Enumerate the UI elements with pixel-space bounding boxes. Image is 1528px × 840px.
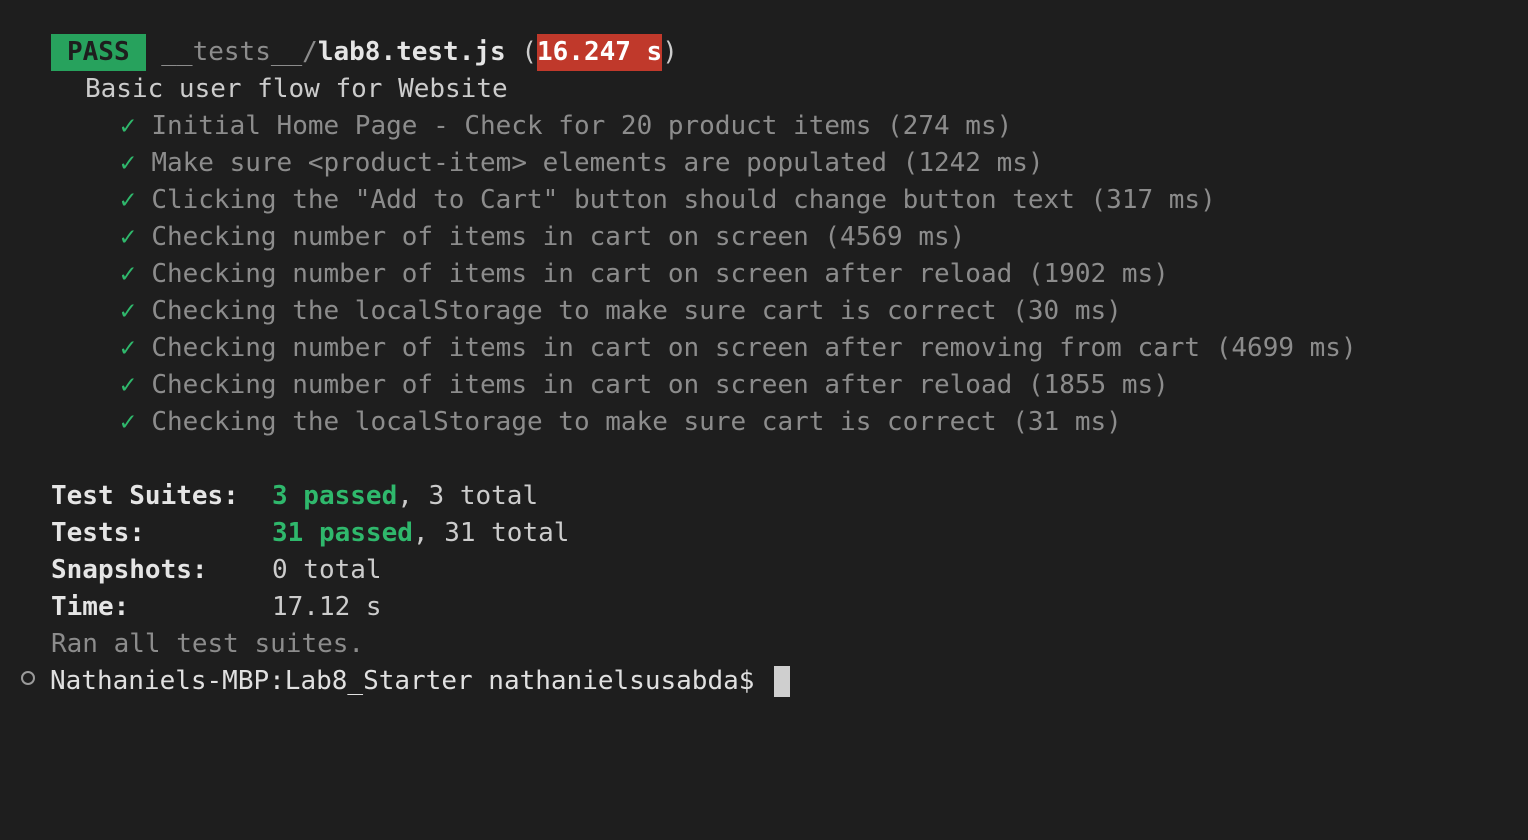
check-icon: ✓ (120, 111, 136, 141)
check-icon: ✓ (120, 333, 136, 363)
suite-title: Basic user flow for Website (85, 74, 508, 104)
test-name: Make sure <product-item> elements are po… (151, 148, 1044, 178)
test-result-row: ✓ Checking the localStorage to make sure… (120, 404, 1122, 441)
command-status-circle-icon[interactable] (21, 671, 35, 685)
summary-tests: Tests: 31 passed, 31 total (51, 515, 569, 552)
summary-passed: 31 passed (272, 518, 413, 548)
shell-prompt-line[interactable]: Nathaniels-MBP:Lab8_Starter nathanielsus… (50, 663, 791, 700)
test-name: Checking the localStorage to make sure c… (151, 407, 1122, 437)
test-result-row: ✓ Checking number of items in cart on sc… (120, 256, 1169, 293)
test-name: Initial Home Page - Check for 20 product… (151, 111, 1013, 141)
terminal-window[interactable]: PASS __tests__/lab8.test.js (16.247 s) B… (0, 0, 1528, 840)
test-result-row: ✓ Checking number of items in cart on sc… (120, 330, 1357, 367)
shell-prompt: Nathaniels-MBP:Lab8_Starter nathanielsus… (50, 666, 771, 696)
test-file-name: lab8.test.js (317, 37, 506, 67)
summary-total: , 3 total (397, 481, 539, 511)
test-result-row: ✓ Clicking the "Add to Cart" button shou… (120, 182, 1216, 219)
text-cursor (774, 666, 791, 697)
open-paren: ( (521, 37, 537, 67)
summary-label: Snapshots: (51, 555, 208, 585)
summary-time: Time: 17.12 s (51, 589, 382, 626)
summary-label: Time: (51, 592, 130, 622)
test-name: Checking number of items in cart on scre… (151, 222, 966, 252)
test-name: Clicking the "Add to Cart" button should… (151, 185, 1216, 215)
test-result-row: ✓ Initial Home Page - Check for 20 produ… (120, 108, 1012, 145)
check-icon: ✓ (120, 148, 136, 178)
test-result-row: ✓ Checking number of items in cart on sc… (120, 367, 1169, 404)
summary-snapshots: Snapshots: 0 total (51, 552, 382, 589)
test-file-header: PASS __tests__/lab8.test.js (16.247 s) (51, 34, 678, 71)
summary-value: 17.12 s (272, 592, 382, 622)
ran-all-message: Ran all test suites. (51, 629, 365, 659)
check-icon: ✓ (120, 407, 136, 437)
test-name: Checking the localStorage to make sure c… (151, 296, 1122, 326)
test-result-row: ✓ Checking the localStorage to make sure… (120, 293, 1122, 330)
summary-label: Tests: (51, 518, 145, 548)
test-result-row: ✓ Make sure <product-item> elements are … (120, 145, 1044, 182)
summary-test-suites: Test Suites: 3 passed, 3 total (51, 478, 538, 515)
slow-duration-badge: 16.247 s (536, 34, 663, 71)
check-icon: ✓ (120, 370, 136, 400)
check-icon: ✓ (120, 296, 136, 326)
test-result-row: ✓ Checking number of items in cart on sc… (120, 219, 965, 256)
check-icon: ✓ (120, 259, 136, 289)
test-name: Checking number of items in cart on scre… (151, 370, 1169, 400)
summary-total: , 31 total (412, 518, 570, 548)
test-name: Checking number of items in cart on scre… (151, 333, 1357, 363)
check-icon: ✓ (120, 185, 136, 215)
summary-value: 0 total (272, 555, 382, 585)
pass-badge: PASS (51, 34, 146, 71)
summary-passed: 3 passed (272, 481, 398, 511)
close-paren: ) (662, 37, 678, 67)
test-path-prefix: __tests__/ (161, 37, 318, 67)
test-name: Checking number of items in cart on scre… (151, 259, 1169, 289)
check-icon: ✓ (120, 222, 136, 252)
summary-label: Test Suites: (51, 481, 239, 511)
